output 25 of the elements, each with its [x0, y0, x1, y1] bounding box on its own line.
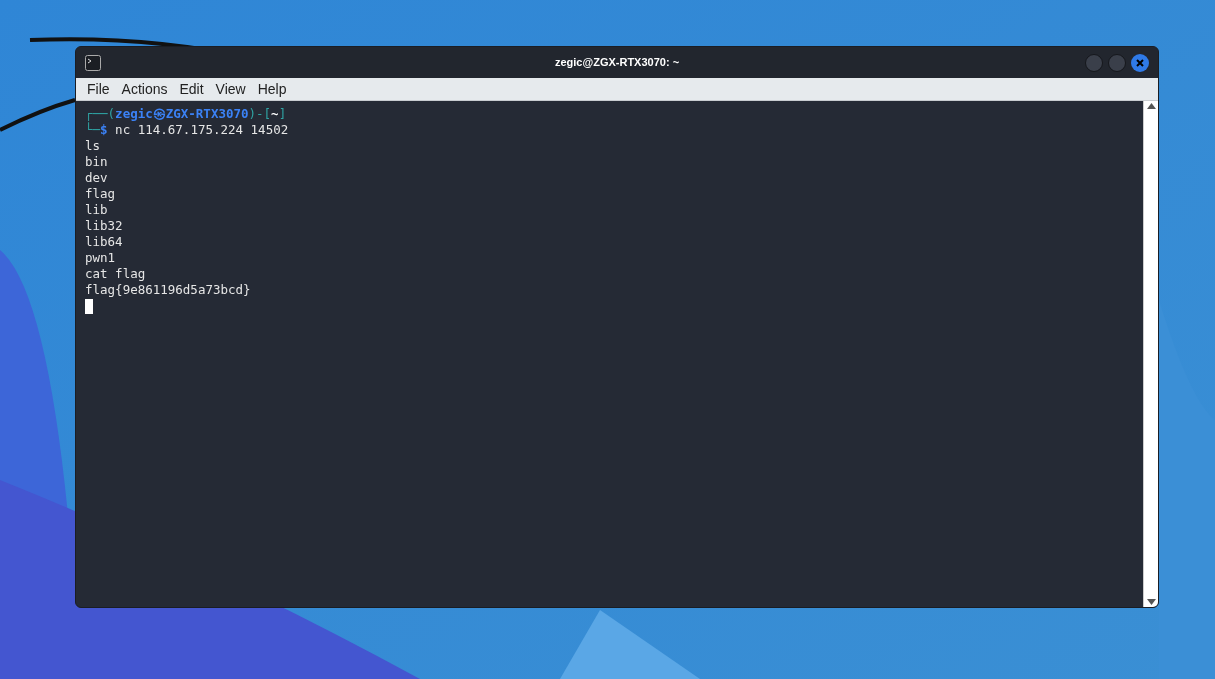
output-line: lib64	[85, 234, 124, 250]
command-line: └─$ nc 114.67.175.224 14502	[85, 122, 290, 138]
output-line: bin	[85, 154, 109, 170]
output-line: dev	[85, 170, 109, 186]
output-line: lib	[85, 202, 109, 218]
scroll-up-icon[interactable]	[1146, 103, 1156, 109]
menu-item[interactable]: View	[209, 77, 252, 101]
output-line: lib32	[85, 218, 124, 234]
text-cursor	[85, 299, 93, 314]
scroll-down-icon[interactable]	[1146, 599, 1156, 605]
menu-item[interactable]: File	[81, 77, 116, 101]
menu-item[interactable]: Help	[251, 77, 293, 101]
scrollbar[interactable]	[1143, 101, 1158, 607]
terminal-icon	[85, 54, 101, 71]
output-line: ls	[85, 138, 102, 154]
output-line: pwn1	[85, 250, 117, 266]
output-line: cat flag	[85, 266, 147, 282]
prompt-line: ┌──(zegic㉿ZGX-RTX3070)-[~]	[85, 106, 288, 122]
menu-item[interactable]: Edit	[173, 77, 210, 101]
output-line: flag{9e861196d5a73bcd}	[85, 282, 252, 298]
window-title: zegic@ZGX-RTX3070: ~	[554, 55, 680, 71]
close-button[interactable]	[1131, 53, 1149, 72]
menu-item[interactable]: Actions	[115, 77, 174, 101]
close-icon[interactable]	[1135, 57, 1145, 68]
output-line: flag	[85, 186, 117, 202]
